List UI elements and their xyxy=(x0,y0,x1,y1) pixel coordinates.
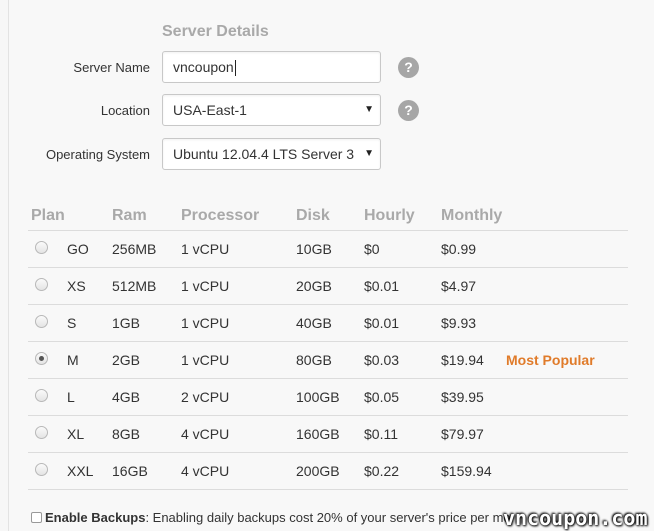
plan-radio[interactable] xyxy=(35,352,48,365)
plan-hourly: $0.05 xyxy=(364,389,400,405)
plan-row-s[interactable]: S 1GB 1 vCPU 40GB $0.01 $9.93 xyxy=(28,305,628,342)
location-value: USA-East-1 xyxy=(173,102,247,118)
most-popular-badge: Most Popular xyxy=(506,352,595,368)
plan-monthly: $39.95 xyxy=(441,389,484,405)
plan-ram: 512MB xyxy=(112,278,157,294)
plan-monthly: $19.94 xyxy=(441,352,484,368)
plan-processor: 2 vCPU xyxy=(181,389,230,405)
plan-disk: 80GB xyxy=(296,352,332,368)
plan-disk: 200GB xyxy=(296,463,340,479)
plan-name: XXL xyxy=(67,463,94,479)
plan-name: L xyxy=(67,389,75,405)
plan-row-xxl[interactable]: XXL 16GB 4 vCPU 200GB $0.22 $159.94 xyxy=(28,453,628,490)
plan-radio[interactable] xyxy=(35,426,48,439)
enable-backups-row: Enable Backups: Enabling daily backups c… xyxy=(31,510,511,525)
plan-name: M xyxy=(67,352,79,368)
server-name-input[interactable]: vncoupon xyxy=(162,51,381,83)
plan-disk: 10GB xyxy=(296,241,332,257)
plan-monthly: $79.97 xyxy=(441,426,484,442)
location-select[interactable]: USA-East-1 ▼ xyxy=(162,94,381,126)
plan-radio[interactable] xyxy=(35,241,48,254)
plan-row-xl[interactable]: XL 8GB 4 vCPU 160GB $0.11 $79.97 xyxy=(28,416,628,453)
plan-processor: 1 vCPU xyxy=(181,352,230,368)
plan-disk: 20GB xyxy=(296,278,332,294)
plan-monthly: $4.97 xyxy=(441,278,477,294)
location-label: Location xyxy=(100,103,150,118)
plan-row-xs[interactable]: XS 512MB 1 vCPU 20GB $0.01 $4.97 xyxy=(28,268,628,305)
plan-hourly: $0.03 xyxy=(364,352,400,368)
plan-monthly: $159.94 xyxy=(441,463,492,479)
location-help-icon[interactable]: ? xyxy=(398,100,419,121)
header-monthly: Monthly xyxy=(441,207,503,224)
plan-disk: 40GB xyxy=(296,315,332,331)
plan-ram: 4GB xyxy=(112,389,141,405)
plan-name: GO xyxy=(67,241,89,257)
plan-hourly: $0.22 xyxy=(364,463,400,479)
os-value: Ubuntu 12.04.4 LTS Server 3 xyxy=(173,146,355,162)
server-name-value: vncoupon xyxy=(173,59,234,75)
plan-radio[interactable] xyxy=(35,389,48,402)
plan-hourly: $0 xyxy=(364,241,380,257)
plan-radio[interactable] xyxy=(35,463,48,476)
plan-monthly: $0.99 xyxy=(441,241,477,257)
header-hourly: Hourly xyxy=(364,207,415,224)
plan-radio[interactable] xyxy=(35,278,48,291)
plan-disk: 100GB xyxy=(296,389,340,405)
text-cursor xyxy=(234,60,236,77)
enable-backups-checkbox[interactable] xyxy=(31,512,42,523)
plan-processor: 1 vCPU xyxy=(181,278,230,294)
plan-monthly: $9.93 xyxy=(441,315,477,331)
plan-ram: 16GB xyxy=(112,463,148,479)
plan-row-go[interactable]: GO 256MB 1 vCPU 10GB $0 $0.99 xyxy=(28,231,628,268)
plan-ram: 2GB xyxy=(112,352,141,368)
server-name-label: Server Name xyxy=(73,60,150,75)
enable-backups-label: Enable Backups xyxy=(45,510,146,525)
plan-hourly: $0.11 xyxy=(364,426,398,442)
plan-name: S xyxy=(67,315,77,331)
plan-disk: 160GB xyxy=(296,426,340,442)
chevron-down-icon: ▼ xyxy=(364,148,374,159)
plan-processor: 1 vCPU xyxy=(181,315,230,331)
plan-name: XS xyxy=(67,278,86,294)
plan-ram: 1GB xyxy=(112,315,141,331)
plan-hourly: $0.01 xyxy=(364,278,400,294)
header-disk: Disk xyxy=(296,207,330,224)
header-processor: Processor xyxy=(181,207,260,224)
plan-processor: 4 vCPU xyxy=(181,426,230,442)
plan-name: XL xyxy=(67,426,85,442)
os-label: Operating System xyxy=(45,147,150,162)
plan-radio[interactable] xyxy=(35,315,48,328)
os-select[interactable]: Ubuntu 12.04.4 LTS Server 3 ▼ xyxy=(162,138,381,170)
enable-backups-description: : Enabling daily backups cost 20% of you… xyxy=(145,510,511,525)
plans-table: Plan Ram Processor Disk Hourly Monthly G… xyxy=(28,203,628,490)
header-ram: Ram xyxy=(112,207,147,224)
section-title: Server Details xyxy=(162,23,269,40)
header-plan: Plan xyxy=(31,207,65,224)
plan-row-m[interactable]: M 2GB 1 vCPU 80GB $0.03 $19.94 Most Popular xyxy=(28,342,628,379)
server-name-help-icon[interactable]: ? xyxy=(398,57,419,78)
plan-processor: 1 vCPU xyxy=(181,241,230,257)
plan-row-l[interactable]: L 4GB 2 vCPU 100GB $0.05 $39.95 xyxy=(28,379,628,416)
plan-ram: 8GB xyxy=(112,426,141,442)
plan-ram: 256MB xyxy=(112,241,157,257)
chevron-down-icon: ▼ xyxy=(364,104,374,115)
plans-header-row: Plan Ram Processor Disk Hourly Monthly xyxy=(28,203,628,231)
watermark-logo: vncoupon.com xyxy=(503,506,648,530)
plan-hourly: $0.01 xyxy=(364,315,400,331)
plan-processor: 4 vCPU xyxy=(181,463,230,479)
